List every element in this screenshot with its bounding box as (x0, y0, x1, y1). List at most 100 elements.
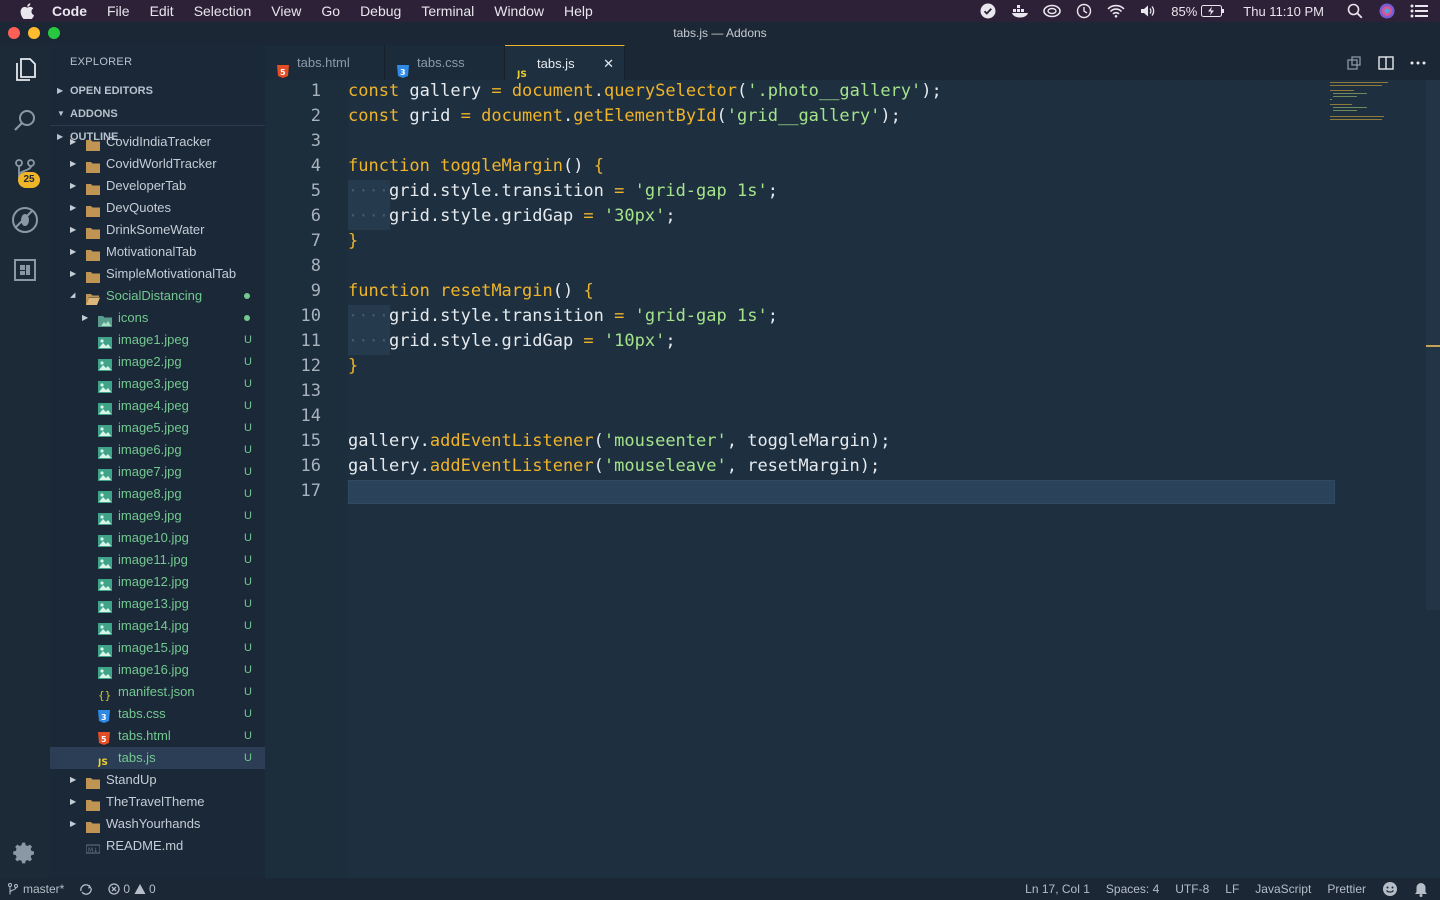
volume-icon[interactable] (1139, 3, 1157, 19)
menu-app-name[interactable]: Code (52, 3, 87, 19)
tree-item-simplemotivationaltab[interactable]: ▶ SimpleMotivationalTab (50, 263, 265, 285)
tree-item-developertab[interactable]: ▶ DeveloperTab (50, 175, 265, 197)
tree-item-image3-jpeg[interactable]: image3.jpeg U (50, 373, 265, 395)
extensions-icon[interactable] (0, 245, 50, 295)
tree-item-readme-md[interactable]: M↓ README.md (50, 835, 265, 857)
language-mode[interactable]: JavaScript (1255, 878, 1311, 900)
wifi-icon[interactable] (1107, 3, 1125, 19)
tree-item-image13-jpg[interactable]: image13.jpg U (50, 593, 265, 615)
notifications-bell-icon[interactable] (1414, 882, 1428, 897)
code-line[interactable]: ····grid.style.gridGap = '30px'; (348, 206, 676, 226)
code-editor[interactable]: 1 2 3 4 5 6 7 8 9 10 11 12 13 14 15 16 17 const gallery … (265, 80, 1440, 878)
menu-terminal[interactable]: Terminal (421, 3, 474, 19)
tree-item-image4-jpeg[interactable]: image4.jpeg U (50, 395, 265, 417)
tree-item-image2-jpg[interactable]: image2.jpg U (50, 351, 265, 373)
menu-selection[interactable]: Selection (194, 3, 252, 19)
tab-tabs-js[interactable]: JS tabs.js ✕ (505, 45, 625, 80)
explorer-icon[interactable] (0, 45, 50, 95)
tree-item-image15-jpg[interactable]: image15.jpg U (50, 637, 265, 659)
menu-file[interactable]: File (107, 3, 130, 19)
tree-item-icons[interactable]: ▶ icons (50, 307, 265, 329)
folder-icon (86, 180, 100, 195)
menu-window[interactable]: Window (494, 3, 544, 19)
settings-gear-icon[interactable] (0, 828, 50, 878)
indentation[interactable]: Spaces: 4 (1106, 878, 1159, 900)
menu-help[interactable]: Help (564, 3, 593, 19)
tree-item-image12-jpg[interactable]: image12.jpg U (50, 571, 265, 593)
more-actions-icon[interactable] (1408, 53, 1428, 73)
open-editors-section[interactable]: ▶ OPEN EDITORS (50, 80, 265, 102)
tree-item-image9-jpg[interactable]: image9.jpg U (50, 505, 265, 527)
menu-debug[interactable]: Debug (360, 3, 401, 19)
code-line[interactable]: gallery.addEventListener('mouseenter', t… (348, 431, 891, 451)
tree-item-covidworldtracker[interactable]: ▶ CovidWorldTracker (50, 153, 265, 175)
clock[interactable]: Thu 11:10 PM (1243, 4, 1324, 19)
tree-item-tabs-html[interactable]: 5 tabs.html U (50, 725, 265, 747)
code-line[interactable]: const gallery = document.querySelector('… (348, 81, 942, 101)
tree-item-image11-jpg[interactable]: image11.jpg U (50, 549, 265, 571)
open-changes-icon[interactable] (1344, 53, 1364, 73)
apple-menu-icon[interactable] (18, 2, 36, 20)
minimap[interactable] (1330, 80, 1410, 120)
tree-item-washyourhands[interactable]: ▶ WashYourhands (50, 813, 265, 835)
debug-icon[interactable] (0, 195, 50, 245)
tree-item-image16-jpg[interactable]: image16.jpg U (50, 659, 265, 681)
code-line[interactable]: function toggleMargin() { (348, 156, 604, 176)
code-line[interactable]: gallery.addEventListener('mouseleave', r… (348, 456, 880, 476)
tree-item-thetraveltheme[interactable]: ▶ TheTravelTheme (50, 791, 265, 813)
zoom-window-button[interactable] (48, 27, 60, 39)
menu-go[interactable]: Go (321, 3, 340, 19)
menu-edit[interactable]: Edit (150, 3, 174, 19)
tree-item-image6-jpg[interactable]: image6.jpg U (50, 439, 265, 461)
outline-section[interactable]: ▶ OUTLINE (50, 125, 265, 147)
split-editor-icon[interactable] (1376, 53, 1396, 73)
tree-item-drinksomewater[interactable]: ▶ DrinkSomeWater (50, 219, 265, 241)
battery-charging-icon[interactable] (1201, 3, 1225, 19)
tree-item-image14-jpg[interactable]: image14.jpg U (50, 615, 265, 637)
code-line[interactable]: function resetMargin() { (348, 281, 594, 301)
tree-item-standup[interactable]: ▶ StandUp (50, 769, 265, 791)
tree-item-image7-jpg[interactable]: image7.jpg U (50, 461, 265, 483)
code-line[interactable]: const grid = document.getElementById('gr… (348, 106, 901, 126)
docker-icon[interactable] (1011, 3, 1029, 19)
code-line[interactable]: ····grid.style.transition = 'grid-gap 1s… (348, 181, 778, 201)
menu-view[interactable]: View (271, 3, 301, 19)
creative-cloud-icon[interactable] (1043, 3, 1062, 19)
close-tab-icon[interactable]: ✕ (603, 46, 614, 81)
cursor-position[interactable]: Ln 17, Col 1 (1025, 878, 1090, 900)
tree-item-manifest-json[interactable]: {} manifest.json U (50, 681, 265, 703)
tree-item-socialdistancing[interactable]: ◢ SocialDistancing (50, 285, 265, 307)
problems-status[interactable]: 0 0 (108, 878, 156, 900)
time-machine-icon[interactable] (1075, 3, 1093, 19)
notification-center-icon[interactable] (1410, 3, 1428, 19)
end-of-line[interactable]: LF (1225, 878, 1239, 900)
tree-item-image8-jpg[interactable]: image8.jpg U (50, 483, 265, 505)
code-line[interactable]: } (348, 231, 358, 251)
search-icon[interactable] (0, 95, 50, 145)
code-line[interactable]: ····grid.style.transition = 'grid-gap 1s… (348, 306, 778, 326)
encoding[interactable]: UTF-8 (1175, 878, 1209, 900)
spotlight-search-icon[interactable] (1346, 3, 1364, 19)
tree-item-tabs-css[interactable]: 3 tabs.css U (50, 703, 265, 725)
tree-item-motivationaltab[interactable]: ▶ MotivationalTab (50, 241, 265, 263)
formatter[interactable]: Prettier (1327, 878, 1366, 900)
tree-item-tabs-js[interactable]: JS tabs.js U (50, 747, 265, 769)
checkmark-circle-icon[interactable] (979, 3, 997, 19)
siri-icon[interactable] (1378, 3, 1396, 19)
branch-status[interactable]: master* (8, 878, 64, 900)
code-line[interactable]: } (348, 356, 358, 376)
tree-item-devquotes[interactable]: ▶ DevQuotes (50, 197, 265, 219)
tree-item-label: DrinkSomeWater (106, 222, 205, 237)
minimize-window-button[interactable] (28, 27, 40, 39)
tab-tabs-html[interactable]: 5 tabs.html (265, 45, 385, 80)
tree-item-image1-jpeg[interactable]: image1.jpeg U (50, 329, 265, 351)
tab-tabs-css[interactable]: 3 tabs.css (385, 45, 505, 80)
sync-icon[interactable] (78, 883, 94, 895)
close-window-button[interactable] (8, 27, 20, 39)
feedback-smiley-icon[interactable] (1382, 881, 1398, 897)
tree-item-image10-jpg[interactable]: image10.jpg U (50, 527, 265, 549)
tree-item-image5-jpeg[interactable]: image5.jpeg U (50, 417, 265, 439)
workspace-section[interactable]: ▼ ADDONS (50, 103, 265, 125)
tree-item-label: manifest.json (118, 684, 195, 699)
code-line[interactable]: ····grid.style.gridGap = '10px'; (348, 331, 676, 351)
